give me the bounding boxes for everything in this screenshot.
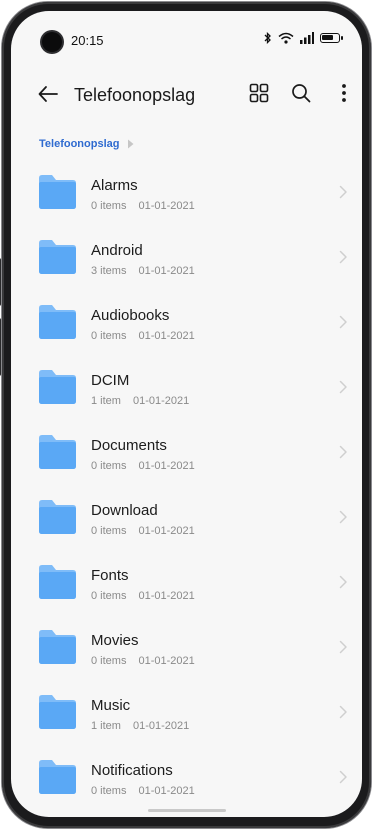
folder-name: Notifications (91, 762, 173, 779)
status-bar: 20:15 (11, 11, 362, 55)
screen: 20:15 Telefoonopslag Telefoonopslag Alar… (11, 11, 362, 817)
folder-row[interactable]: DCIM 1 item 01-01-2021 (11, 354, 362, 419)
home-indicator[interactable] (148, 809, 226, 812)
modified-date: 01-01-2021 (138, 265, 195, 277)
folder-meta: 0 items 01-01-2021 (91, 459, 195, 473)
bluetooth-icon (264, 32, 271, 44)
item-count: 0 items (91, 785, 127, 797)
folder-meta: 0 items 01-01-2021 (91, 654, 195, 668)
folder-list: Alarms 0 items 01-01-2021 Android 3 items 01-… (11, 159, 362, 809)
status-icons (264, 32, 343, 44)
folder-meta: 0 items 01-01-2021 (91, 199, 195, 213)
modified-date: 01-01-2021 (138, 785, 195, 797)
chevron-right-icon (339, 575, 347, 589)
app-toolbar: Telefoonopslag (11, 73, 362, 117)
folder-icon (39, 175, 76, 209)
breadcrumb-item[interactable]: Telefoonopslag (39, 138, 119, 150)
chevron-right-icon (339, 445, 347, 459)
battery-icon (320, 33, 343, 43)
chevron-right-icon (339, 315, 347, 329)
chevron-right-icon (339, 640, 347, 654)
item-count: 0 items (91, 525, 127, 537)
chevron-right-icon (128, 139, 134, 149)
folder-name: Android (91, 242, 143, 259)
folder-row[interactable]: Music 1 item 01-01-2021 (11, 679, 362, 744)
item-count: 1 item (91, 395, 121, 407)
folder-meta: 0 items 01-01-2021 (91, 329, 195, 343)
breadcrumb: Telefoonopslag (39, 138, 135, 150)
chevron-right-icon (339, 380, 347, 394)
folder-name: Alarms (91, 177, 138, 194)
chevron-right-icon (339, 185, 347, 199)
chevron-right-icon (339, 510, 347, 524)
folder-row[interactable]: Download 0 items 01-01-2021 (11, 484, 362, 549)
folder-meta: 3 items 01-01-2021 (91, 264, 195, 278)
item-count: 0 items (91, 200, 127, 212)
folder-row[interactable]: Documents 0 items 01-01-2021 (11, 419, 362, 484)
folder-icon (39, 240, 76, 274)
item-count: 0 items (91, 460, 127, 472)
signal-icon (300, 32, 314, 44)
grid-view-icon[interactable] (248, 82, 270, 104)
folder-icon (39, 370, 76, 404)
folder-meta: 0 items 01-01-2021 (91, 589, 195, 603)
folder-icon (39, 500, 76, 534)
folder-meta: 0 items 01-01-2021 (91, 524, 195, 538)
chevron-right-icon (339, 705, 347, 719)
folder-name: Music (91, 697, 131, 714)
folder-name: Download (91, 502, 158, 519)
modified-date: 01-01-2021 (138, 655, 195, 667)
item-count: 0 items (91, 655, 127, 667)
item-count: 1 item (91, 720, 121, 732)
folder-icon (39, 760, 76, 794)
folder-icon (39, 565, 76, 599)
modified-date: 01-01-2021 (132, 720, 190, 732)
modified-date: 01-01-2021 (132, 395, 190, 407)
back-arrow-icon[interactable] (37, 83, 59, 105)
folder-meta: 0 items 01-01-2021 (91, 784, 195, 798)
folder-row[interactable]: Fonts 0 items 01-01-2021 (11, 549, 362, 614)
wifi-icon (278, 32, 294, 44)
phone-frame: 20:15 Telefoonopslag Telefoonopslag Alar… (0, 0, 375, 832)
chevron-right-icon (339, 770, 347, 784)
item-count: 3 items (91, 265, 127, 277)
folder-name: DCIM (91, 372, 130, 389)
search-icon[interactable] (290, 82, 312, 104)
more-vert-icon[interactable] (333, 82, 355, 104)
folder-icon (39, 695, 76, 729)
folder-icon (39, 630, 76, 664)
folder-name: Documents (91, 437, 167, 454)
folder-name: Audiobooks (91, 307, 170, 324)
item-count: 0 items (91, 330, 127, 342)
modified-date: 01-01-2021 (138, 330, 195, 342)
folder-row[interactable]: Audiobooks 0 items 01-01-2021 (11, 289, 362, 354)
modified-date: 01-01-2021 (138, 525, 195, 537)
modified-date: 01-01-2021 (138, 200, 195, 212)
modified-date: 01-01-2021 (138, 460, 195, 472)
folder-meta: 1 item 01-01-2021 (91, 719, 189, 733)
folder-row[interactable]: Alarms 0 items 01-01-2021 (11, 159, 362, 224)
page-title: Telefoonopslag (74, 85, 196, 105)
chevron-right-icon (339, 250, 347, 264)
folder-row[interactable]: Movies 0 items 01-01-2021 (11, 614, 362, 679)
item-count: 0 items (91, 590, 127, 602)
folder-row[interactable]: Notifications 0 items 01-01-2021 (11, 744, 362, 809)
folder-icon (39, 435, 76, 469)
modified-date: 01-01-2021 (138, 590, 195, 602)
folder-name: Fonts (91, 567, 129, 584)
folder-name: Movies (91, 632, 139, 649)
folder-row[interactable]: Android 3 items 01-01-2021 (11, 224, 362, 289)
folder-meta: 1 item 01-01-2021 (91, 394, 189, 408)
status-time: 20:15 (71, 33, 104, 48)
folder-icon (39, 305, 76, 339)
front-camera (42, 32, 62, 52)
